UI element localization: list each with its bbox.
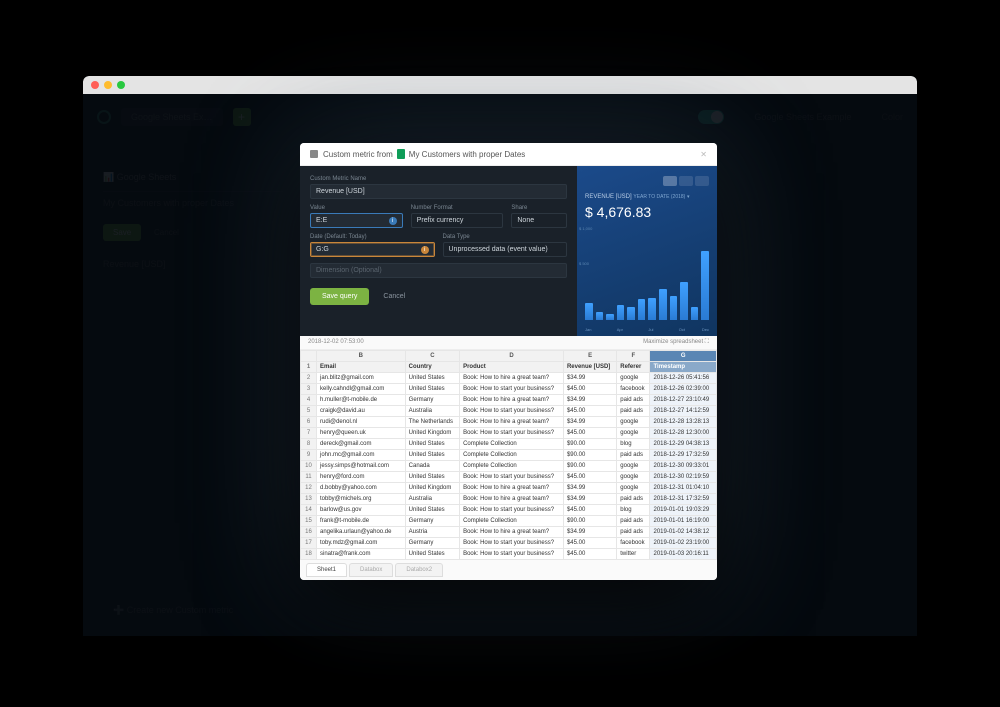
format-select[interactable]: Prefix currency — [411, 213, 504, 228]
table-row[interactable]: 16angelika.urlaun@yahoo.deAustriaBook: H… — [301, 527, 717, 538]
field-header[interactable]: Timestamp — [650, 362, 717, 373]
custom-metric-modal: Custom metric from My Customers with pro… — [300, 143, 717, 580]
modal-title-prefix: Custom metric from — [323, 150, 393, 159]
table-row[interactable]: 2jan.blitz@gmail.comUnited StatesBook: H… — [301, 373, 717, 384]
field-header[interactable]: Email — [317, 362, 406, 373]
sheets-icon — [397, 149, 405, 159]
format-label: Number Format — [411, 205, 504, 211]
bar — [627, 307, 635, 320]
value-label: Value — [310, 205, 403, 211]
table-row[interactable]: 12d.bobby@yahoo.comUnited KingdomBook: H… — [301, 483, 717, 494]
spreadsheet[interactable]: BCDEFG1EmailCountryProductRevenue [USD]R… — [300, 350, 717, 559]
modal-header: Custom metric from My Customers with pro… — [300, 143, 717, 166]
table-row[interactable]: 7henry@queen.ukUnited KingdomBook: How t… — [301, 428, 717, 439]
save-query-button[interactable]: Save query — [310, 288, 369, 305]
sheet-timestamp: 2018-12-02 07:53:00 — [308, 339, 364, 346]
name-input[interactable]: Revenue [USD] — [310, 184, 567, 199]
mac-titlebar — [83, 76, 917, 94]
sheet-tabs: Sheet1DataboxDatabox2 — [300, 559, 717, 580]
table-row[interactable]: 18sinatra@frank.comUnited StatesBook: Ho… — [301, 549, 717, 560]
field-header[interactable]: Product — [460, 362, 564, 373]
field-header[interactable]: Revenue [USD] — [563, 362, 616, 373]
table-row[interactable]: 15frank@t-mobile.deGermanyComplete Colle… — [301, 516, 717, 527]
bar — [606, 314, 614, 320]
bar — [638, 299, 646, 320]
table-row[interactable]: 11henry@ford.comUnited StatesBook: How t… — [301, 472, 717, 483]
preview-value: $ 4,676.83 — [585, 204, 709, 220]
bar — [596, 312, 604, 320]
bar — [670, 296, 678, 321]
table-row[interactable]: 9john.mc@gmail.comUnited StatesComplete … — [301, 450, 717, 461]
sheet-tab[interactable]: Databox2 — [395, 563, 443, 577]
col-header[interactable]: B — [317, 351, 406, 362]
bar-chart — [585, 250, 709, 320]
field-header[interactable]: Referer — [617, 362, 650, 373]
y-tick: $ 1,000 — [579, 226, 592, 231]
value-input[interactable]: E:Ei — [310, 213, 403, 228]
table-row[interactable]: 3kelly.cahndl@gmail.comUnited StatesBook… — [301, 384, 717, 395]
table-row[interactable]: 14barlow@us.govUnited StatesBook: How to… — [301, 505, 717, 516]
close-icon[interactable] — [91, 81, 99, 89]
bar — [691, 307, 699, 320]
metric-icon — [310, 150, 318, 158]
col-header[interactable]: C — [405, 351, 459, 362]
preview-number-tab[interactable] — [679, 176, 693, 186]
date-input[interactable]: G:Gi — [310, 242, 435, 257]
bar — [648, 298, 656, 320]
zoom-icon[interactable] — [117, 81, 125, 89]
modal-source-name: My Customers with proper Dates — [409, 150, 525, 159]
table-row[interactable]: 6rudi@denol.nlThe NetherlandsBook: How t… — [301, 417, 717, 428]
close-button[interactable]: ✕ — [700, 150, 707, 159]
table-row[interactable]: 8dereck@gmail.comUnited StatesComplete C… — [301, 439, 717, 450]
table-row[interactable]: 13tobby@michels.orgAustraliaBook: How to… — [301, 494, 717, 505]
field-header[interactable]: Country — [405, 362, 459, 373]
dimension-input[interactable]: Dimension (Optional) — [310, 263, 567, 278]
maximize-link[interactable]: Maximize spreadsheet ⛶ — [643, 339, 709, 346]
type-select[interactable]: Unprocessed data (event value) — [443, 242, 568, 257]
col-header[interactable]: G — [650, 351, 717, 362]
name-label: Custom Metric Name — [310, 176, 567, 182]
share-label: Share — [511, 205, 567, 211]
table-row[interactable]: 4h.muller@t-mobile.deGermanyBook: How to… — [301, 395, 717, 406]
bar — [585, 303, 593, 321]
info-icon[interactable]: i — [389, 217, 397, 225]
table-row[interactable]: 10jessy.simps@hotmail.comCanadaComplete … — [301, 461, 717, 472]
bar — [680, 282, 688, 321]
preview-chart-tab[interactable] — [663, 176, 677, 186]
bar — [701, 251, 709, 320]
info-icon[interactable]: i — [421, 246, 429, 254]
bar — [617, 305, 625, 320]
table-row[interactable]: 17toby.mdz@gmail.comGermanyBook: How to … — [301, 538, 717, 549]
col-header[interactable]: F — [617, 351, 650, 362]
sheet-tab[interactable]: Databox — [349, 563, 393, 577]
preview-table-tab[interactable] — [695, 176, 709, 186]
metric-preview: REVENUE [USD] Year to date (2018) ▾ $ 4,… — [577, 166, 717, 336]
x-axis-labels: JanAprJulOctDec — [585, 327, 709, 332]
col-header[interactable]: D — [460, 351, 564, 362]
share-select[interactable]: None — [511, 213, 567, 228]
col-header[interactable]: E — [563, 351, 616, 362]
preview-range[interactable]: Year to date (2018) — [633, 194, 685, 200]
bar — [659, 289, 667, 321]
sheet-tab[interactable]: Sheet1 — [306, 563, 347, 577]
metric-form: Custom Metric Name Revenue [USD] Value E… — [300, 166, 577, 336]
type-label: Data Type — [443, 234, 568, 240]
cancel-button[interactable]: Cancel — [383, 293, 405, 300]
preview-title: REVENUE [USD] — [585, 194, 632, 200]
minimize-icon[interactable] — [104, 81, 112, 89]
table-row[interactable]: 5craigk@david.auAustraliaBook: How to st… — [301, 406, 717, 417]
date-label: Date (Default: Today) — [310, 234, 435, 240]
